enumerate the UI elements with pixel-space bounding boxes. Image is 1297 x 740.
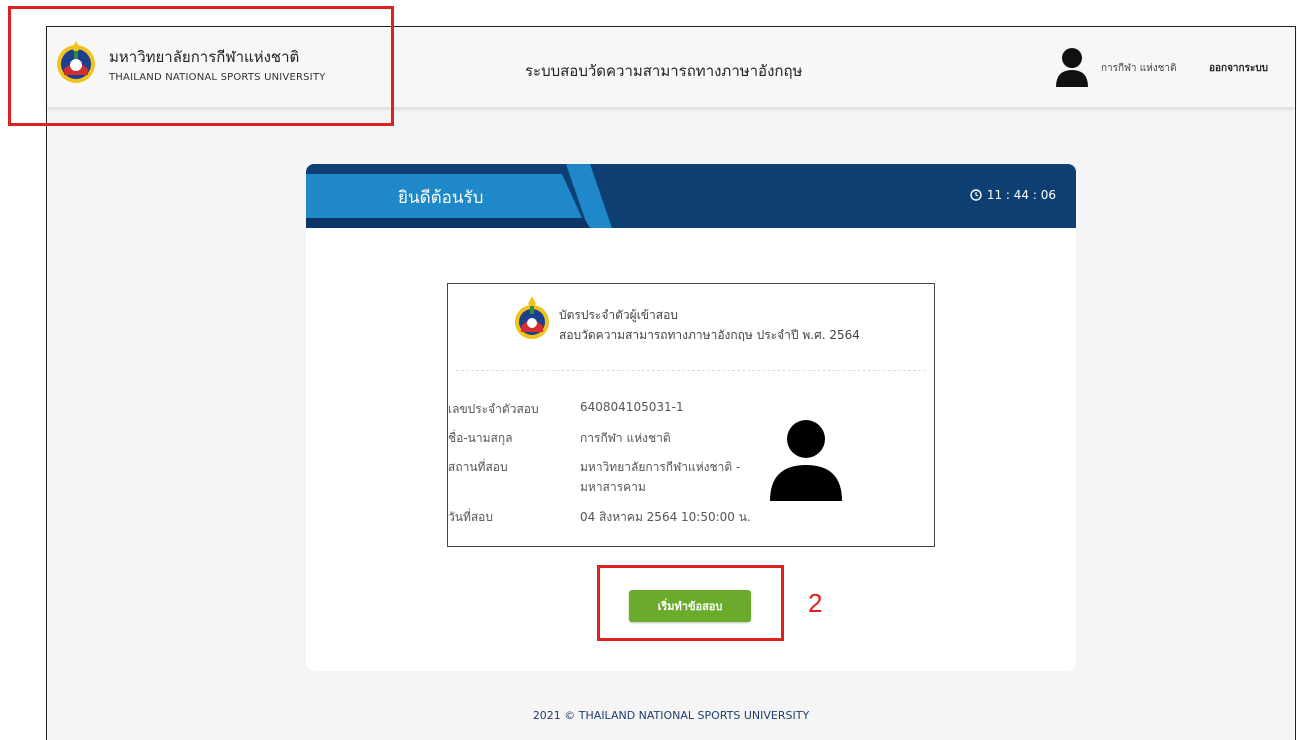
exam-card-subtitle: สอบวัดความสามารถทางภาษาอังกฤษ ประจำปี พ.… [559, 328, 860, 342]
exam-card-title: บัตรประจำตัวผู้เข้าสอบ [559, 308, 678, 322]
welcome-card-header: ยินดีต้อนรับ 11 : 44 : 06 [306, 164, 1076, 228]
annotation-highlight-start-button [597, 565, 784, 641]
name-value: การกีฬา แห่งชาติ [580, 431, 671, 445]
candidate-photo-placeholder-icon [770, 420, 842, 501]
exam-id-label: เลขประจำตัวสอบ [448, 402, 539, 416]
exam-id-value: 640804105031-1 [580, 400, 684, 414]
countdown-clock: 11 : 44 : 06 [970, 188, 1056, 202]
exam-date-label: วันที่สอบ [448, 510, 493, 524]
annotation-highlight-logo [8, 6, 394, 126]
clock-icon [970, 189, 982, 201]
user-avatar-icon[interactable] [1055, 47, 1089, 87]
name-label: ชื่อ-นามสกุล [448, 431, 513, 445]
exam-id-card: บัตรประจำตัวผู้เข้าสอบ สอบวัดความสามารถท… [447, 283, 935, 547]
welcome-title: ยินดีต้อนรับ [398, 188, 484, 208]
location-value: มหาวิทยาลัยการกีฬาแห่งชาติ - [580, 460, 741, 474]
location-value-line2: มหาสารคาม [580, 480, 646, 494]
user-name[interactable]: การกีฬา แห่งชาติ [1101, 61, 1177, 76]
logout-link[interactable]: ออกจากระบบ [1209, 61, 1268, 76]
footer-copyright: 2021 © THAILAND NATIONAL SPORTS UNIVERSI… [532, 709, 810, 722]
card-divider [456, 370, 926, 371]
university-logo [515, 296, 549, 339]
exam-date-value: 04 สิงหาคม 2564 10:50:00 น. [580, 510, 751, 524]
annotation-step-number: 2 [808, 588, 823, 618]
location-label: สถานที่สอบ [448, 460, 508, 474]
clock-time: 11 : 44 : 06 [986, 188, 1056, 202]
system-title: ระบบสอบวัดความสามารถทางภาษาอังกฤษ [525, 62, 803, 80]
